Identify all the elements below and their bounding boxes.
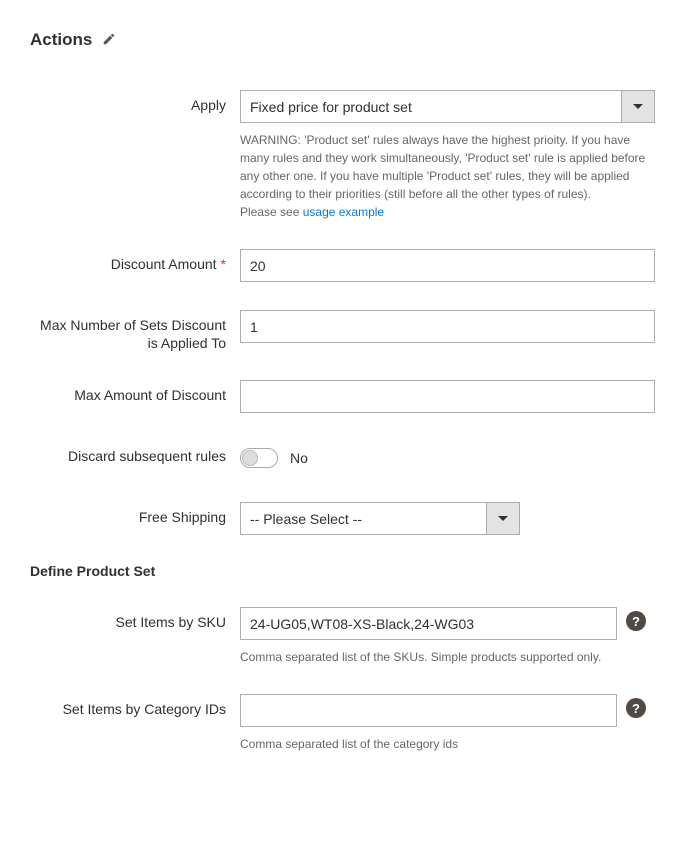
apply-warning-text: WARNING: 'Product set' rules always have… <box>240 133 645 201</box>
max-amount-input[interactable] <box>240 380 655 413</box>
free-shipping-select[interactable]: -- Please Select -- <box>240 502 520 535</box>
set-sku-label: Set Items by SKU <box>30 607 240 631</box>
apply-select[interactable]: Fixed price for product set <box>240 90 655 123</box>
section-header: Actions <box>30 30 655 50</box>
free-shipping-select-value: -- Please Select -- <box>241 503 486 534</box>
apply-select-caret-button[interactable] <box>621 91 654 122</box>
discount-amount-input[interactable] <box>240 249 655 282</box>
apply-label: Apply <box>30 90 240 114</box>
chevron-down-icon <box>498 516 508 521</box>
set-category-input[interactable] <box>240 694 617 727</box>
help-icon[interactable]: ? <box>626 698 646 718</box>
free-shipping-label: Free Shipping <box>30 502 240 526</box>
apply-note: WARNING: 'Product set' rules always have… <box>240 131 655 221</box>
set-sku-hint: Comma separated list of the SKUs. Simple… <box>240 648 617 666</box>
set-category-label: Set Items by Category IDs <box>30 694 240 718</box>
set-sku-input[interactable] <box>240 607 617 640</box>
discount-amount-label: Discount Amount* <box>30 249 240 273</box>
chevron-down-icon <box>633 104 643 109</box>
discard-toggle[interactable] <box>240 448 278 468</box>
pencil-icon[interactable] <box>102 32 116 49</box>
define-product-set-title: Define Product Set <box>30 563 655 579</box>
usage-example-link[interactable]: usage example <box>303 205 384 219</box>
help-icon[interactable]: ? <box>626 611 646 631</box>
free-shipping-select-caret-button[interactable] <box>486 503 519 534</box>
apply-select-value: Fixed price for product set <box>241 91 621 122</box>
discard-toggle-state: No <box>290 450 308 466</box>
set-category-hint: Comma separated list of the category ids <box>240 735 617 753</box>
max-sets-input[interactable] <box>240 310 655 343</box>
section-title: Actions <box>30 30 92 50</box>
max-amount-label: Max Amount of Discount <box>30 380 240 404</box>
discard-label: Discard subsequent rules <box>30 441 240 465</box>
apply-link-prefix: Please see <box>240 205 303 219</box>
toggle-knob-icon <box>242 450 258 466</box>
max-sets-label: Max Number of Sets Discount is Applied T… <box>30 310 240 352</box>
